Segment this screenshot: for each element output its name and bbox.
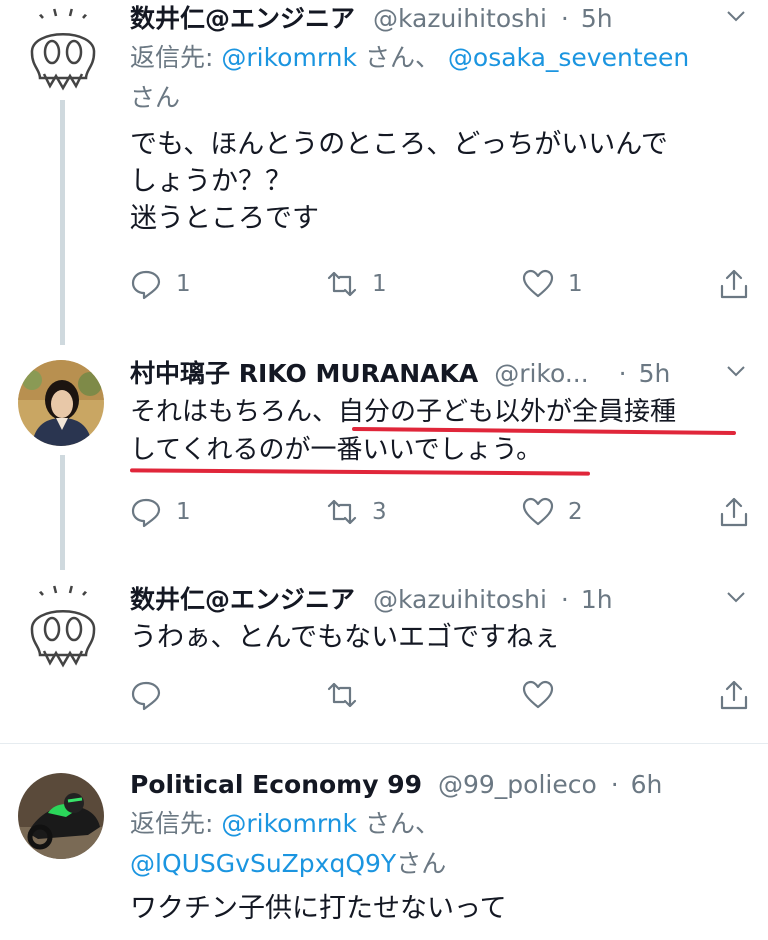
username[interactable]: @kazuihitoshi (373, 585, 547, 614)
retweet-button[interactable] (326, 675, 372, 715)
display-name[interactable]: 数井仁@エンジニア (130, 585, 355, 614)
retweet-count: 1 (372, 271, 387, 297)
avatar[interactable] (18, 360, 104, 446)
share-button[interactable] (718, 675, 750, 715)
divider (0, 743, 768, 744)
tweet-text-line: してくれるのが一番いいでしょう。 (130, 435, 543, 465)
retweet-icon (327, 499, 357, 525)
thread-line (60, 455, 65, 570)
retweet-count: 3 (372, 499, 387, 525)
share-icon (720, 497, 748, 527)
share-button[interactable] (718, 492, 750, 532)
share-icon (720, 269, 748, 299)
motorcycle-avatar-icon (18, 773, 104, 859)
reply-to: 返信先: @rikomrnk さん、 @lQUSGvSuZpxqQ9Yさん (130, 804, 748, 884)
reply-to-suffix: さん (130, 83, 181, 112)
tweet-3[interactable]: 数井仁@エンジニア @kazuihitoshi · 1h うわぁ、とんでもないエ… (0, 583, 768, 738)
tweet-text: うわぁ、とんでもないエゴですねぇ (130, 619, 748, 656)
reply-to: 返信先: @rikomrnk さん、 @osaka_seventeen さん (130, 38, 748, 118)
tweet-header: 数井仁@エンジニア @kazuihitoshi · 5h (130, 2, 748, 36)
timestamp[interactable]: 5h (639, 359, 671, 388)
heart-icon (522, 269, 554, 298)
reply-to-suffix: さん (396, 849, 447, 878)
display-name[interactable]: Political Economy 99 (130, 770, 422, 799)
display-name[interactable]: 村中璃子 RIKO MURANAKA (130, 359, 478, 388)
display-name[interactable]: 数井仁@エンジニア (130, 4, 355, 33)
separator: · (560, 585, 569, 614)
retweet-icon (327, 271, 357, 297)
reply-to-link[interactable]: @osaka_seventeen (448, 43, 689, 72)
reply-to-link[interactable]: @lQUSGvSuZpxqQ9Y (130, 849, 396, 878)
chevron-down-icon[interactable] (724, 4, 748, 28)
separator: · (610, 770, 619, 799)
username[interactable]: @riko... (494, 359, 589, 388)
tweet-text-line: 迷うところです (130, 203, 319, 234)
skull-avatar-icon (20, 8, 106, 94)
tweet-actions (130, 675, 748, 715)
tweet-text-line: でも、ほんとうのところ、どっちがいいんで (130, 129, 668, 160)
retweet-button[interactable]: 3 (326, 492, 387, 532)
tweet-4[interactable]: Political Economy 99 @99_polieco · 6h 返信… (0, 768, 768, 940)
tweet-text-line: しょうか？？ (130, 166, 292, 197)
reply-to-link[interactable]: @rikomrnk (221, 43, 357, 72)
avatar[interactable] (20, 8, 106, 94)
like-button[interactable]: 2 (522, 492, 583, 532)
reply-button[interactable] (130, 675, 176, 715)
reply-to-link[interactable]: @rikomrnk (221, 809, 357, 838)
like-count: 2 (568, 499, 583, 525)
tweet-text-line: うわぁ、とんでもないエゴですねぇ (130, 622, 561, 653)
reply-count: 1 (176, 271, 191, 297)
share-icon (720, 680, 748, 710)
heart-icon (522, 680, 554, 709)
tweet-text: ワクチン子供に打たせないって (130, 890, 748, 927)
reply-icon (131, 681, 161, 711)
avatar[interactable] (20, 585, 106, 671)
retweet-icon (327, 682, 357, 708)
like-count: 1 (568, 271, 583, 297)
profile-photo-icon (18, 360, 104, 446)
username[interactable]: @99_polieco (438, 770, 597, 799)
tweet-2[interactable]: 村中璃子 RIKO MURANAKA @riko... · 5h それはもちろん… (0, 355, 768, 570)
heart-icon (522, 497, 554, 526)
like-button[interactable] (522, 675, 568, 715)
tweet-1[interactable]: 数井仁@エンジニア @kazuihitoshi · 5h 返信先: @rikom… (0, 0, 768, 345)
skull-avatar-icon (20, 585, 106, 671)
reply-count: 1 (176, 499, 191, 525)
tweet-header: 村中璃子 RIKO MURANAKA @riko... · 5h (130, 357, 748, 391)
timestamp[interactable]: 5h (581, 4, 613, 33)
red-underline (129, 468, 591, 476)
separator: · (560, 4, 569, 33)
reply-to-mid: さん、 (357, 43, 448, 72)
tweet-text-line: それはもちろん、自分の子ども以外が全員接種 (130, 397, 677, 427)
separator: · (618, 359, 627, 388)
tweet-text-line: ワクチン子供に打たせないって (130, 893, 507, 924)
reply-icon (131, 270, 161, 300)
chevron-down-icon[interactable] (724, 585, 748, 609)
reply-button[interactable]: 1 (130, 492, 191, 532)
reply-icon (131, 498, 161, 528)
reply-to-mid: さん、 (357, 809, 440, 838)
tweet-actions: 1 3 2 (130, 492, 748, 532)
timestamp[interactable]: 1h (581, 585, 613, 614)
reply-button[interactable]: 1 (130, 264, 191, 304)
timestamp[interactable]: 6h (631, 770, 663, 799)
tweet-actions: 1 1 1 (130, 264, 748, 304)
tweet-header: Political Economy 99 @99_polieco · 6h (130, 768, 748, 802)
tweet-header: 数井仁@エンジニア @kazuihitoshi · 1h (130, 583, 748, 617)
share-button[interactable] (718, 264, 750, 304)
chevron-down-icon[interactable] (724, 359, 748, 383)
retweet-button[interactable]: 1 (326, 264, 387, 304)
thread-line (60, 100, 65, 345)
reply-to-prefix: 返信先: (130, 43, 222, 72)
username[interactable]: @kazuihitoshi (373, 4, 547, 33)
avatar[interactable] (18, 773, 104, 859)
like-button[interactable]: 1 (522, 264, 583, 304)
reply-to-prefix: 返信先: (130, 809, 222, 838)
tweet-text: でも、ほんとうのところ、どっちがいいんで しょうか？？ 迷うところです (130, 126, 748, 237)
